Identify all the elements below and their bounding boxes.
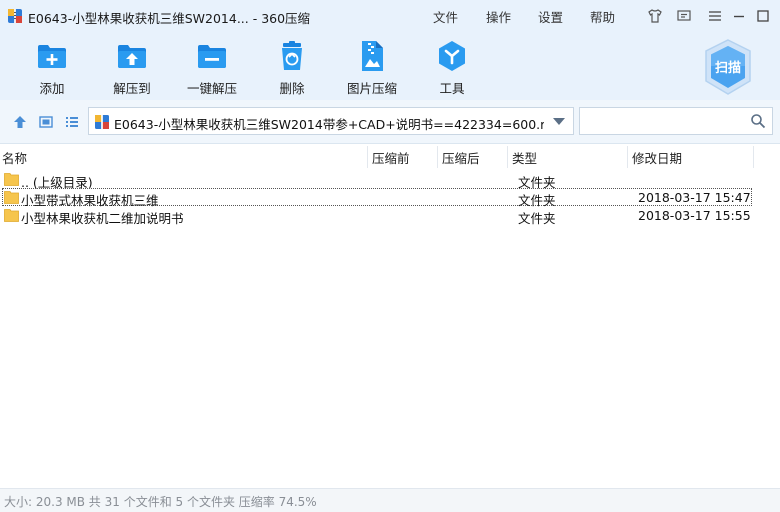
column-compressed-size[interactable]: 压缩后 bbox=[442, 148, 480, 167]
delete-button[interactable]: 删除 bbox=[262, 40, 322, 96]
one-click-extract-label: 一键解压 bbox=[186, 81, 237, 96]
file-date: 2018-03-17 15:47 bbox=[638, 190, 751, 205]
title-bar: E0643-小型林果收获机三维SW2014... - 360压缩 文件 操作 设… bbox=[0, 0, 780, 32]
search-box[interactable] bbox=[579, 107, 773, 135]
search-icon[interactable] bbox=[750, 113, 766, 129]
add-label: 添加 bbox=[39, 81, 65, 96]
menu-button[interactable] bbox=[706, 7, 724, 25]
folder-icon bbox=[4, 191, 19, 204]
extract-folder-icon bbox=[118, 45, 146, 68]
tools-button[interactable]: 工具 bbox=[422, 40, 482, 96]
feedback-icon bbox=[677, 10, 691, 21]
add-button[interactable]: 添加 bbox=[22, 40, 82, 96]
tshirt-icon bbox=[648, 9, 662, 23]
column-header: 名称 压缩前 压缩后 类型 修改日期 bbox=[0, 144, 780, 166]
trash-icon bbox=[282, 41, 302, 70]
delete-label: 删除 bbox=[279, 81, 305, 96]
image-compress-button[interactable]: 图片压缩 bbox=[342, 40, 402, 96]
menu-settings[interactable]: 设置 bbox=[538, 7, 563, 26]
status-text: 大小: 20.3 MB 共 31 个文件和 5 个文件夹 压缩率 74.5% bbox=[4, 495, 317, 509]
minimize-icon bbox=[734, 15, 744, 18]
scan-label: 扫描 bbox=[714, 61, 741, 76]
column-packed-size[interactable]: 压缩前 bbox=[372, 148, 410, 167]
column-divider[interactable] bbox=[753, 146, 754, 168]
column-divider[interactable] bbox=[507, 146, 508, 168]
search-input[interactable] bbox=[586, 112, 746, 130]
up-arrow-icon[interactable] bbox=[12, 114, 28, 130]
extract-to-label: 解压到 bbox=[113, 81, 151, 96]
list-view-icon[interactable] bbox=[64, 114, 80, 130]
extract-to-button[interactable]: 解压到 bbox=[102, 40, 162, 96]
tools-icon bbox=[439, 41, 465, 71]
add-folder-icon bbox=[38, 45, 66, 68]
app-logo-icon bbox=[8, 9, 22, 23]
column-divider[interactable] bbox=[367, 146, 368, 168]
column-divider[interactable] bbox=[627, 146, 628, 168]
file-date: 2018-03-17 15:55 bbox=[638, 208, 751, 223]
one-click-extract-button[interactable]: 一键解压 bbox=[182, 40, 242, 96]
one-click-extract-icon bbox=[198, 45, 226, 68]
list-item-parent[interactable]: .. (上级目录) 文件夹 bbox=[2, 170, 752, 190]
skin-button[interactable] bbox=[646, 7, 664, 25]
folder-icon bbox=[4, 209, 19, 222]
maximize-button[interactable] bbox=[754, 7, 772, 25]
address-bar: E0643-小型林果收获机三维SW2014带参+CAD+说明书==422334=… bbox=[0, 100, 780, 144]
column-name[interactable]: 名称 bbox=[2, 148, 27, 167]
window-title: E0643-小型林果收获机三维SW2014... - 360压缩 bbox=[28, 11, 311, 26]
menu-operation[interactable]: 操作 bbox=[486, 7, 511, 26]
maximize-icon bbox=[757, 10, 769, 22]
path-dropdown-icon[interactable] bbox=[553, 118, 565, 125]
path-field[interactable]: E0643-小型林果收获机三维SW2014带参+CAD+说明书==422334=… bbox=[88, 107, 574, 135]
image-compress-icon bbox=[362, 41, 383, 71]
file-type: 文件夹 bbox=[518, 211, 556, 226]
file-name: 小型林果收获机二维加说明书 bbox=[21, 211, 184, 226]
list-item[interactable]: 小型林果收获机二维加说明书 文件夹 2018-03-17 15:55 bbox=[2, 206, 752, 226]
column-divider[interactable] bbox=[437, 146, 438, 168]
hamburger-icon bbox=[709, 11, 721, 21]
list-item[interactable]: 小型带式林果收获机三维 文件夹 2018-03-17 15:47 bbox=[2, 188, 752, 208]
archive-icon bbox=[95, 115, 109, 129]
feedback-button[interactable] bbox=[675, 7, 693, 25]
menu-file[interactable]: 文件 bbox=[433, 7, 458, 26]
folder-icon bbox=[4, 173, 19, 186]
image-compress-label: 图片压缩 bbox=[346, 81, 397, 96]
scan-button[interactable]: 扫描 bbox=[702, 38, 754, 96]
file-list: .. (上级目录) 文件夹 小型带式林果收获机三维 文件夹 2018-03-17… bbox=[0, 168, 780, 486]
column-type[interactable]: 类型 bbox=[512, 148, 537, 167]
status-bar: 大小: 20.3 MB 共 31 个文件和 5 个文件夹 压缩率 74.5% bbox=[0, 488, 780, 512]
thumbnail-view-icon[interactable] bbox=[38, 114, 54, 130]
tools-label: 工具 bbox=[439, 81, 465, 96]
menu-help[interactable]: 帮助 bbox=[590, 7, 615, 26]
path-text: E0643-小型林果收获机三维SW2014带参+CAD+说明书==422334=… bbox=[114, 117, 544, 132]
minimize-button[interactable] bbox=[730, 7, 748, 25]
column-modified[interactable]: 修改日期 bbox=[632, 148, 682, 167]
